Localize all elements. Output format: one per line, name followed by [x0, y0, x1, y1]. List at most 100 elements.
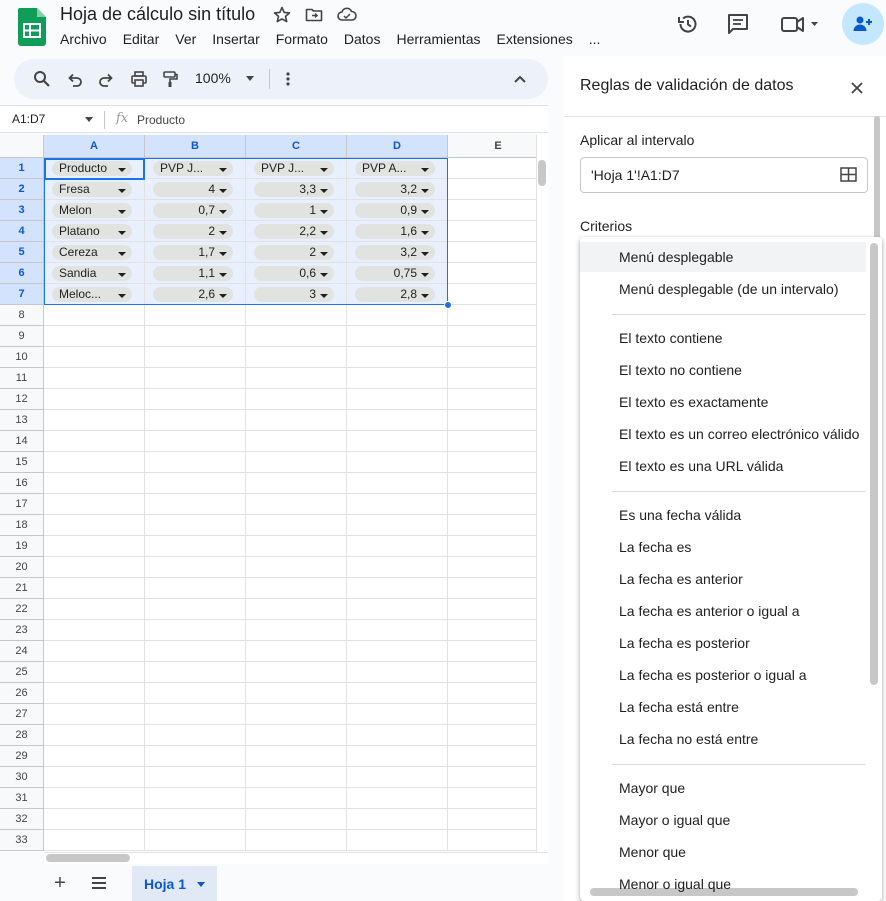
cell-d30[interactable] — [347, 767, 448, 788]
cell-e6[interactable] — [448, 263, 536, 284]
criteria-option[interactable]: El texto no contiene — [580, 355, 866, 385]
cell-d14[interactable] — [347, 431, 448, 452]
menu-more[interactable]: ... — [589, 31, 601, 47]
row-header-25[interactable]: 25 — [0, 662, 44, 683]
cell-d27[interactable] — [347, 704, 448, 725]
chip-dropdown-arrow-icon[interactable] — [219, 294, 227, 298]
cell-a3[interactable]: Melon — [44, 200, 145, 221]
cell-c5[interactable]: 2 — [246, 242, 347, 263]
cell-c3[interactable]: 1 — [246, 200, 347, 221]
cell-a14[interactable] — [44, 431, 145, 452]
cell-a27[interactable] — [44, 704, 145, 725]
cell-b1[interactable]: PVP J... — [145, 158, 246, 179]
cell-e15[interactable] — [448, 452, 536, 473]
row-header-9[interactable]: 9 — [0, 326, 44, 347]
chip-dropdown-arrow-icon[interactable] — [421, 168, 429, 172]
more-options-button[interactable] — [276, 67, 300, 91]
cell-d20[interactable] — [347, 557, 448, 578]
cell-e22[interactable] — [448, 599, 536, 620]
chip-dropdown-arrow-icon[interactable] — [219, 273, 227, 277]
cell-d33[interactable] — [347, 830, 448, 851]
cell-e26[interactable] — [448, 683, 536, 704]
cell-b2[interactable]: 4 — [145, 179, 246, 200]
dropdown-chip[interactable]: Meloc... — [52, 287, 132, 302]
dropdown-chip[interactable]: PVP J... — [153, 161, 233, 176]
chip-dropdown-arrow-icon[interactable] — [421, 231, 429, 235]
sheet-tab-hoja-1[interactable]: Hoja 1 — [132, 866, 217, 901]
cell-b15[interactable] — [145, 452, 246, 473]
chip-dropdown-arrow-icon[interactable] — [320, 210, 328, 214]
cell-a10[interactable] — [44, 347, 145, 368]
cell-d2[interactable]: 3,2 — [347, 179, 448, 200]
dropdown-chip[interactable]: 0,6 — [254, 266, 334, 281]
chip-dropdown-arrow-icon[interactable] — [219, 189, 227, 193]
dropdown-chip[interactable]: Sandia — [52, 266, 132, 281]
cell-d29[interactable] — [347, 746, 448, 767]
dropdown-chip[interactable]: 2,6 — [153, 287, 233, 302]
cell-e24[interactable] — [448, 641, 536, 662]
cell-e23[interactable] — [448, 620, 536, 641]
dropdown-chip[interactable]: 1,7 — [153, 245, 233, 260]
cell-a5[interactable]: Cereza — [44, 242, 145, 263]
cell-a24[interactable] — [44, 641, 145, 662]
cell-e14[interactable] — [448, 431, 536, 452]
cell-b24[interactable] — [145, 641, 246, 662]
row-header-11[interactable]: 11 — [0, 368, 44, 389]
row-header-33[interactable]: 33 — [0, 830, 44, 851]
column-header-e[interactable]: E — [448, 135, 536, 158]
criteria-option[interactable]: La fecha es — [580, 532, 866, 562]
dropdown-chip[interactable]: 2,2 — [254, 224, 334, 239]
row-header-6[interactable]: 6 — [0, 263, 44, 284]
chip-dropdown-arrow-icon[interactable] — [320, 294, 328, 298]
cell-e13[interactable] — [448, 410, 536, 431]
sheet-tab-dropdown-icon[interactable] — [197, 882, 205, 887]
row-header-28[interactable]: 28 — [0, 725, 44, 746]
cell-c23[interactable] — [246, 620, 347, 641]
cell-c15[interactable] — [246, 452, 347, 473]
cell-a33[interactable] — [44, 830, 145, 851]
cell-d23[interactable] — [347, 620, 448, 641]
zoom-select[interactable]: 100% — [195, 70, 231, 86]
menu-datos[interactable]: Datos — [344, 31, 381, 47]
dropdown-chip[interactable]: 3,2 — [355, 245, 435, 260]
row-header-12[interactable]: 12 — [0, 389, 44, 410]
chip-dropdown-arrow-icon[interactable] — [118, 294, 126, 298]
cell-e19[interactable] — [448, 536, 536, 557]
cell-b32[interactable] — [145, 809, 246, 830]
cell-a15[interactable] — [44, 452, 145, 473]
cell-a6[interactable]: Sandia — [44, 263, 145, 284]
cell-d6[interactable]: 0,75 — [347, 263, 448, 284]
criteria-option[interactable]: La fecha está entre — [580, 692, 866, 722]
cell-d32[interactable] — [347, 809, 448, 830]
cell-e17[interactable] — [448, 494, 536, 515]
column-header-a[interactable]: A — [44, 135, 145, 158]
row-header-23[interactable]: 23 — [0, 620, 44, 641]
menu-formato[interactable]: Formato — [276, 31, 328, 47]
cell-d4[interactable]: 1,6 — [347, 221, 448, 242]
cell-c20[interactable] — [246, 557, 347, 578]
cell-a32[interactable] — [44, 809, 145, 830]
row-header-3[interactable]: 3 — [0, 200, 44, 221]
cell-d8[interactable] — [347, 305, 448, 326]
chip-dropdown-arrow-icon[interactable] — [219, 252, 227, 256]
chip-dropdown-arrow-icon[interactable] — [118, 189, 126, 193]
cell-b26[interactable] — [145, 683, 246, 704]
cell-e10[interactable] — [448, 347, 536, 368]
range-input[interactable]: 'Hoja 1'!A1:D7 — [580, 157, 868, 193]
cell-c16[interactable] — [246, 473, 347, 494]
row-header-10[interactable]: 10 — [0, 347, 44, 368]
panel-scroll-thumb[interactable] — [874, 116, 880, 251]
column-header-c[interactable]: C — [246, 135, 347, 158]
vertical-scroll-thumb[interactable] — [538, 160, 546, 186]
cell-d15[interactable] — [347, 452, 448, 473]
row-header-19[interactable]: 19 — [0, 536, 44, 557]
dropdown-chip[interactable]: 4 — [153, 182, 233, 197]
cell-d1[interactable]: PVP A... — [347, 158, 448, 179]
cell-c13[interactable] — [246, 410, 347, 431]
row-header-27[interactable]: 27 — [0, 704, 44, 725]
row-header-1[interactable]: 1 — [0, 158, 44, 179]
chip-dropdown-arrow-icon[interactable] — [320, 168, 328, 172]
cell-b17[interactable] — [145, 494, 246, 515]
cell-b31[interactable] — [145, 788, 246, 809]
dropdown-chip[interactable]: PVP A... — [355, 161, 435, 176]
